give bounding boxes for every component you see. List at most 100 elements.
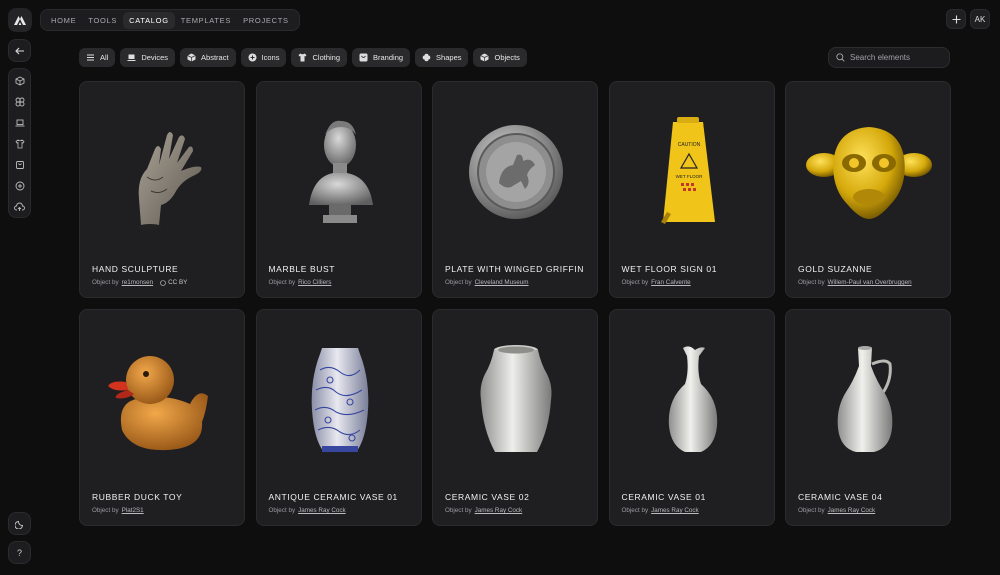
cc-icon: [160, 279, 166, 286]
search-input[interactable]: [850, 53, 945, 62]
card-credit: Object by Rico Cilliers: [269, 279, 332, 286]
sidebar-item-branding[interactable]: [12, 157, 27, 172]
card-title: CERAMIC VASE 02: [445, 492, 530, 502]
marble-bust-thumbnail: [257, 92, 421, 252]
filter-label: Clothing: [312, 53, 341, 62]
catalog-card[interactable]: CERAMIC VASE 01 Object by James Ray Cock: [608, 309, 775, 526]
hand-sculpture-thumbnail: [80, 92, 244, 252]
card-title: CERAMIC VASE 04: [798, 492, 883, 502]
search-icon: [836, 53, 845, 62]
filter-shapes[interactable]: Shapes: [415, 48, 469, 67]
catalog-card[interactable]: CERAMIC VASE 04 Object by James Ray Cock: [785, 309, 951, 526]
sidebar-item-shapes[interactable]: [12, 94, 27, 109]
moon-icon: [14, 520, 23, 529]
card-credit: Object by James Ray Cock: [622, 507, 699, 514]
add-button[interactable]: [946, 9, 966, 29]
card-title: HAND SCULPTURE: [92, 264, 179, 274]
shapes-icon: [15, 97, 24, 106]
license-label: CC BY: [168, 279, 188, 286]
card-title: RUBBER DUCK TOY: [92, 492, 183, 502]
top-right-actions: AK: [946, 9, 990, 29]
cloud-upload-icon: [14, 202, 25, 211]
laptop-icon: [15, 119, 24, 126]
credit-prefix: Object by: [92, 279, 119, 286]
card-title: PLATE WITH WINGED GRIFFIN: [445, 264, 585, 274]
filter-objects[interactable]: Objects: [473, 48, 527, 67]
filter-label: Branding: [373, 53, 404, 62]
catalog-card[interactable]: PLATE WITH WINGED GRIFFIN Object by Clev…: [432, 81, 598, 298]
nav-projects[interactable]: PROJECTS: [237, 12, 295, 29]
wet-floor-sign-thumbnail: CAUTION WET FLOOR: [610, 92, 774, 252]
sidebar-item-icons[interactable]: [12, 178, 27, 193]
author-link[interactable]: James Ray Cock: [475, 507, 523, 514]
card-title: ANTIQUE CERAMIC VASE 01: [268, 492, 398, 502]
catalog-card[interactable]: HAND SCULPTURE Object by re1monsen CC BY: [79, 81, 245, 298]
credit-prefix: Object by: [621, 507, 649, 514]
author-link[interactable]: re1monsen: [122, 279, 154, 286]
sidebar-item-clothing[interactable]: [12, 136, 27, 151]
cube-icon: [480, 53, 490, 62]
catalog-card[interactable]: CERAMIC VASE 02 Object by James Ray Cock: [432, 309, 598, 526]
nav-home[interactable]: HOME: [45, 12, 82, 29]
sidebar-item-upload[interactable]: [12, 199, 27, 214]
catalog-card[interactable]: GOLD SUZANNE Object by Willem-Paul van O…: [785, 81, 951, 298]
author-link[interactable]: Rico Cilliers: [298, 279, 331, 286]
top-navigation: HOME TOOLS CATALOG TEMPLATES PROJECTS: [40, 9, 300, 31]
theme-toggle-button[interactable]: [8, 512, 31, 535]
catalog-card[interactable]: CAUTION WET FLOOR WET FLOOR SIGN 01 Obje…: [608, 81, 775, 298]
ceramic-vase-04-thumbnail: [786, 320, 950, 480]
nav-tools[interactable]: TOOLS: [82, 12, 123, 29]
gold-suzanne-thumbnail: [786, 92, 950, 252]
plus-circle-icon: [248, 53, 257, 62]
card-credit: Object by re1monsen CC BY: [92, 279, 187, 286]
ceramic-vase-02-thumbnail: [433, 320, 597, 480]
filter-icons[interactable]: Icons: [240, 48, 287, 67]
search-box: [828, 47, 950, 68]
filter-all[interactable]: All: [79, 48, 116, 67]
catalog-card[interactable]: RUBBER DUCK TOY Object by Plat2S1: [79, 309, 245, 526]
plus-icon: [952, 15, 960, 23]
author-link[interactable]: James Ray Cock: [828, 507, 876, 514]
filter-label: Icons: [261, 53, 280, 62]
filter-clothing[interactable]: Clothing: [291, 48, 348, 67]
ceramic-vase-01-thumbnail: [610, 320, 774, 480]
sidebar: [8, 68, 31, 218]
author-link[interactable]: Cleveland Museum: [475, 279, 529, 286]
griffin-plate-thumbnail: [433, 92, 597, 252]
author-link[interactable]: James Ray Cock: [298, 507, 346, 514]
avatar[interactable]: AK: [970, 9, 990, 29]
author-link[interactable]: Willem-Paul van Overbruggen: [828, 279, 912, 286]
shirt-icon: [298, 53, 307, 62]
author-link[interactable]: James Ray Cock: [651, 507, 699, 514]
logo-icon: [14, 16, 26, 25]
sidebar-item-abstract[interactable]: [12, 73, 27, 88]
filter-label: Devices: [141, 53, 169, 62]
logo-button[interactable]: [8, 8, 32, 32]
nav-catalog[interactable]: CATALOG: [123, 11, 175, 29]
filter-label: Shapes: [436, 53, 462, 62]
card-credit: Object by James Ray Cock: [798, 507, 875, 514]
filter-label: All: [100, 53, 109, 62]
author-link[interactable]: Fran Calvente: [651, 279, 691, 286]
back-arrow-icon: [14, 47, 24, 54]
shirt-icon: [14, 139, 25, 148]
filter-abstract[interactable]: Abstract: [180, 48, 236, 67]
author-link[interactable]: Plat2S1: [122, 507, 144, 514]
filter-devices[interactable]: Devices: [120, 48, 176, 67]
credit-prefix: Object by: [798, 279, 825, 286]
back-button[interactable]: [8, 39, 31, 62]
sign-wet-floor-text: WET FLOOR: [675, 174, 702, 179]
card-credit: Object by James Ray Cock: [269, 507, 346, 514]
card-title: WET FLOOR SIGN 01: [621, 264, 718, 274]
sidebar-item-devices[interactable]: [12, 115, 27, 130]
filter-branding[interactable]: Branding: [352, 48, 411, 67]
card-title: MARBLE BUST: [268, 264, 336, 274]
credit-prefix: Object by: [268, 279, 296, 286]
card-credit: Object by Fran Calvente: [622, 279, 691, 286]
catalog-card[interactable]: ANTIQUE CERAMIC VASE 01 Object by James …: [255, 309, 422, 526]
catalog-card[interactable]: MARBLE BUST Object by Rico Cilliers: [255, 81, 422, 298]
nav-templates[interactable]: TEMPLATES: [175, 12, 237, 29]
credit-prefix: Object by: [621, 279, 649, 286]
help-button[interactable]: ?: [8, 541, 31, 564]
filter-label: Abstract: [201, 53, 229, 62]
